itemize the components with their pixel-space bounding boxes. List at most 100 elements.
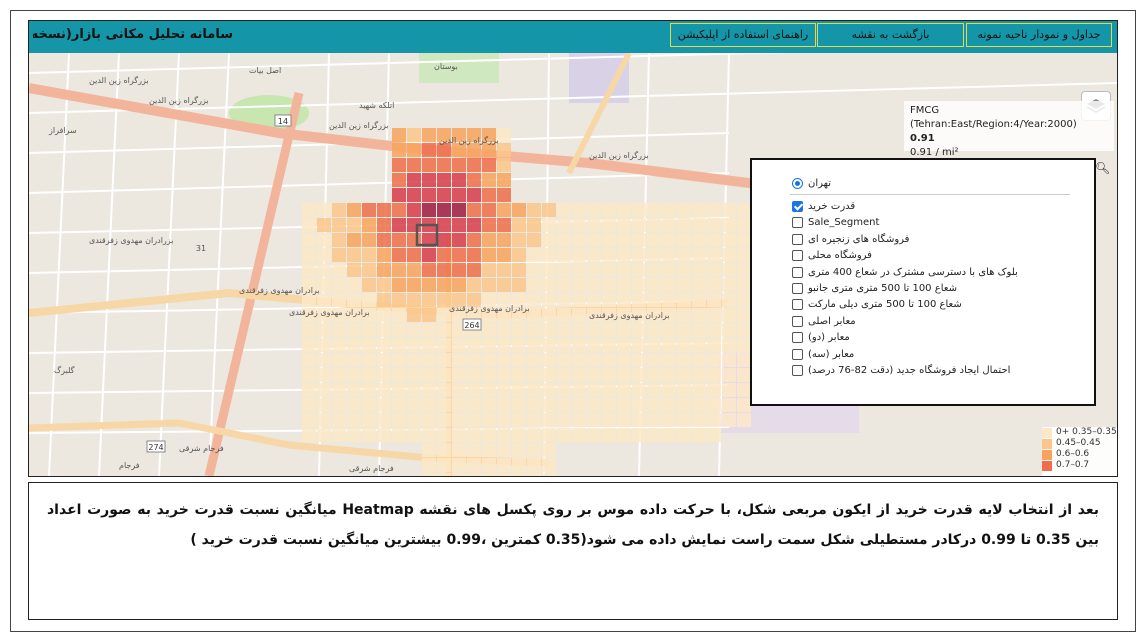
heatmap-cell[interactable]	[632, 263, 646, 277]
heatmap-cell[interactable]	[437, 323, 451, 337]
heatmap-cell[interactable]	[692, 248, 706, 262]
heatmap-cell[interactable]	[737, 203, 751, 217]
heatmap-cell[interactable]	[722, 353, 736, 367]
heatmap-cell[interactable]	[362, 218, 376, 232]
heatmap-cell[interactable]	[482, 383, 496, 397]
heatmap-cell[interactable]	[632, 233, 646, 247]
heatmap-cell[interactable]	[362, 368, 376, 382]
heatmap-cell[interactable]	[467, 263, 481, 277]
heatmap-cell[interactable]	[422, 128, 436, 142]
heatmap-cell[interactable]	[467, 473, 481, 476]
heatmap-cell[interactable]	[317, 263, 331, 277]
heatmap-cell[interactable]	[422, 353, 436, 367]
layer-daily-market-radius[interactable]: شعاع 100 تا 500 متری دیلی مارکت	[790, 297, 1070, 313]
heatmap-cell[interactable]	[437, 443, 451, 457]
heatmap-cell[interactable]	[692, 323, 706, 337]
base-layer-tehran[interactable]: تهران	[790, 176, 1070, 192]
heatmap-cell[interactable]	[632, 338, 646, 352]
heatmap-cell[interactable]	[557, 263, 571, 277]
heatmap-cell[interactable]	[407, 173, 421, 187]
heatmap-cell[interactable]	[467, 458, 481, 472]
heatmap-cell[interactable]	[497, 413, 511, 427]
heatmap-cell[interactable]	[437, 203, 451, 217]
heatmap-cell[interactable]	[527, 233, 541, 247]
heatmap-cell[interactable]	[617, 203, 631, 217]
heatmap-cell[interactable]	[362, 203, 376, 217]
heatmap-cell[interactable]	[437, 173, 451, 187]
heatmap-cell[interactable]	[482, 143, 496, 157]
heatmap-cell[interactable]	[632, 353, 646, 367]
heatmap-cell[interactable]	[647, 428, 661, 442]
heatmap-cell[interactable]	[422, 413, 436, 427]
heatmap-cell[interactable]	[392, 188, 406, 202]
heatmap-cell[interactable]	[692, 203, 706, 217]
heatmap-cell[interactable]	[407, 293, 421, 307]
checkbox-icon[interactable]	[792, 315, 803, 327]
heatmap-cell[interactable]	[512, 233, 526, 247]
heatmap-cell[interactable]	[452, 383, 466, 397]
heatmap-cell[interactable]	[452, 353, 466, 367]
heatmap-cell[interactable]	[662, 353, 676, 367]
heatmap-cell[interactable]	[737, 413, 751, 427]
heatmap-cell[interactable]	[512, 263, 526, 277]
heatmap-cell[interactable]	[662, 233, 676, 247]
heatmap-cell[interactable]	[527, 458, 541, 472]
heatmap-cell[interactable]	[707, 218, 721, 232]
heatmap-cell[interactable]	[542, 398, 556, 412]
heatmap-cell[interactable]	[482, 413, 496, 427]
heatmap-cell[interactable]	[377, 308, 391, 322]
heatmap-cell[interactable]	[722, 233, 736, 247]
heatmap-cell[interactable]	[647, 398, 661, 412]
heatmap-cell[interactable]	[377, 248, 391, 262]
heatmap-cell[interactable]	[617, 248, 631, 262]
heatmap-cell[interactable]	[437, 413, 451, 427]
heatmap-cell[interactable]	[647, 218, 661, 232]
heatmap-cell[interactable]	[527, 473, 541, 476]
heatmap-cell[interactable]	[437, 158, 451, 172]
heatmap-cell[interactable]	[527, 413, 541, 427]
heatmap-cell[interactable]	[377, 293, 391, 307]
heatmap-cell[interactable]	[392, 203, 406, 217]
heatmap-cell[interactable]	[617, 398, 631, 412]
heatmap-cell[interactable]	[617, 428, 631, 442]
heatmap-cell[interactable]	[347, 338, 361, 352]
heatmap-cell[interactable]	[347, 278, 361, 292]
checkbox-icon[interactable]	[792, 282, 803, 294]
heatmap-cell[interactable]	[437, 188, 451, 202]
heatmap-cell[interactable]	[647, 233, 661, 247]
heatmap-cell[interactable]	[662, 263, 676, 277]
heatmap-cell[interactable]	[497, 128, 511, 142]
heatmap-cell[interactable]	[452, 278, 466, 292]
checkbox-icon[interactable]	[792, 250, 803, 262]
heatmap-cell[interactable]	[497, 233, 511, 247]
heatmap-cell[interactable]	[422, 338, 436, 352]
layer-sale-segment[interactable]: Sale_Segment	[790, 215, 1070, 231]
heatmap-cell[interactable]	[512, 323, 526, 337]
heatmap-cell[interactable]	[392, 428, 406, 442]
heatmap-cell[interactable]	[302, 218, 316, 232]
heatmap-cell[interactable]	[557, 323, 571, 337]
heatmap-cell[interactable]	[497, 188, 511, 202]
heatmap-cell[interactable]	[497, 278, 511, 292]
heatmap-cell[interactable]	[572, 233, 586, 247]
heatmap-cell[interactable]	[452, 443, 466, 457]
layer-purchasing-power[interactable]: قدرت خرید	[790, 199, 1070, 215]
heatmap-cell[interactable]	[527, 428, 541, 442]
heatmap-cell[interactable]	[677, 218, 691, 232]
heatmap-cell[interactable]	[512, 383, 526, 397]
heatmap-cell[interactable]	[662, 203, 676, 217]
heatmap-cell[interactable]	[467, 278, 481, 292]
heatmap-cell[interactable]	[362, 338, 376, 352]
heatmap-cell[interactable]	[452, 248, 466, 262]
heatmap-cell[interactable]	[527, 443, 541, 457]
heatmap-cell[interactable]	[512, 353, 526, 367]
heatmap-cell[interactable]	[542, 368, 556, 382]
heatmap-cell[interactable]	[377, 278, 391, 292]
heatmap-cell[interactable]	[632, 293, 646, 307]
heatmap-cell[interactable]	[437, 398, 451, 412]
heatmap-cell[interactable]	[497, 218, 511, 232]
heatmap-cell[interactable]	[497, 473, 511, 476]
heatmap-cell[interactable]	[302, 203, 316, 217]
heatmap-cell[interactable]	[482, 443, 496, 457]
heatmap-cell[interactable]	[722, 293, 736, 307]
